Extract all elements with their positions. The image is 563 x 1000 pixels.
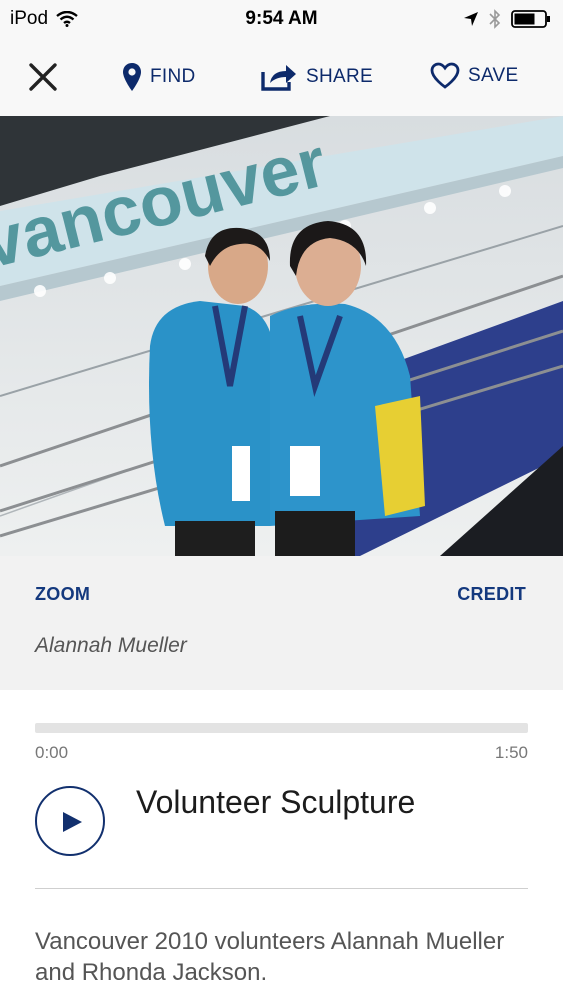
zoom-button[interactable]: ZOOM bbox=[35, 584, 90, 605]
play-button[interactable] bbox=[35, 786, 105, 856]
map-pin-icon bbox=[123, 63, 141, 91]
save-button[interactable]: SAVE bbox=[430, 62, 518, 89]
heart-icon bbox=[430, 62, 460, 89]
photo-caption-band: ZOOM CREDIT Alannah Mueller bbox=[0, 556, 563, 690]
play-icon bbox=[63, 812, 82, 832]
status-bar: iPod 9:54 AM bbox=[0, 0, 563, 38]
divider bbox=[35, 888, 528, 889]
share-label: SHARE bbox=[306, 66, 373, 87]
share-icon bbox=[261, 65, 296, 91]
elapsed-time: 0:00 bbox=[35, 743, 69, 762]
photo-author: Alannah Mueller bbox=[35, 634, 187, 657]
status-right bbox=[463, 9, 551, 29]
find-label: FIND bbox=[150, 66, 196, 87]
volunteer-photo[interactable]: vancouver bbox=[0, 116, 563, 556]
duration-time: 1:50 bbox=[494, 743, 528, 762]
close-button[interactable] bbox=[28, 62, 58, 97]
battery-icon bbox=[511, 10, 550, 28]
credit-button[interactable]: CREDIT bbox=[457, 584, 526, 605]
audio-title: Volunteer Sculpture bbox=[136, 784, 416, 820]
save-label: SAVE bbox=[468, 64, 519, 86]
description-text: Vancouver 2010 volunteers Alannah Muelle… bbox=[35, 928, 505, 986]
bluetooth-icon bbox=[489, 9, 501, 29]
find-button[interactable]: FIND bbox=[122, 62, 196, 92]
audio-progress-bar[interactable] bbox=[35, 723, 528, 733]
close-icon bbox=[29, 63, 57, 91]
location-arrow-icon bbox=[464, 12, 478, 26]
top-toolbar: FIND SHARE SAVE bbox=[0, 38, 563, 116]
share-button[interactable]: SHARE bbox=[260, 62, 373, 92]
photo-illustration: vancouver bbox=[0, 116, 563, 556]
